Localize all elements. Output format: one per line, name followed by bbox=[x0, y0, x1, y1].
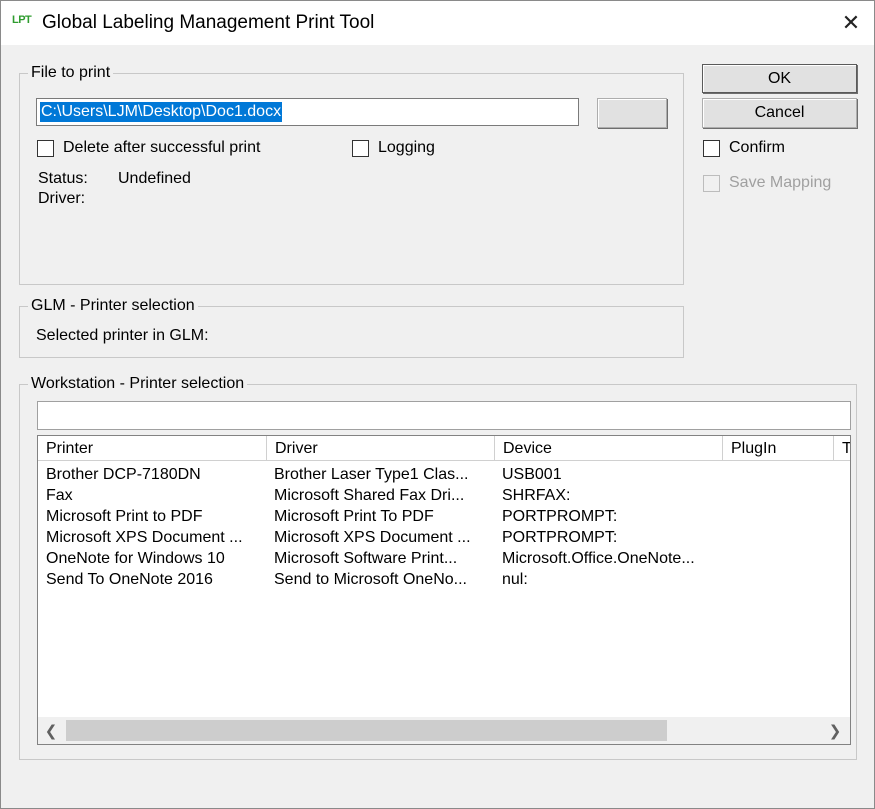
device-cell: USB001 bbox=[502, 466, 562, 483]
driver-cell: Microsoft Print To PDF bbox=[274, 508, 434, 525]
printer-cell: Microsoft Print to PDF bbox=[46, 508, 203, 525]
file-path-field[interactable]: C:\Users\LJM\Desktop\Doc1.docx bbox=[36, 98, 579, 126]
chevron-right-icon: ❯ bbox=[828, 722, 842, 740]
browse-button[interactable] bbox=[597, 98, 667, 128]
chevron-left-icon: ❮ bbox=[44, 722, 58, 740]
column-header-plugin[interactable]: PlugIn bbox=[723, 436, 834, 461]
printer-list-header: Printer Driver Device PlugIn T bbox=[38, 436, 850, 461]
table-row[interactable]: OneNote for Windows 10 Microsoft Softwar… bbox=[38, 548, 850, 569]
device-cell: SHRFAX: bbox=[502, 487, 571, 504]
confirm-checkbox[interactable]: Confirm bbox=[703, 139, 785, 157]
file-to-print-legend: File to print bbox=[28, 63, 114, 83]
selected-printer-label: Selected printer in GLM: bbox=[36, 327, 209, 344]
cancel-button-label: Cancel bbox=[754, 104, 805, 121]
column-header-t[interactable]: T bbox=[834, 436, 850, 461]
confirm-box[interactable] bbox=[703, 139, 720, 157]
ok-button[interactable]: OK bbox=[702, 64, 857, 93]
table-row[interactable]: Fax Microsoft Shared Fax Dri... SHRFAX: bbox=[38, 485, 850, 506]
delete-after-print-checkbox[interactable]: Delete after successful print bbox=[37, 139, 260, 157]
status-value: Undefined bbox=[118, 170, 191, 187]
glm-printer-selection-legend: GLM - Printer selection bbox=[28, 296, 198, 316]
printer-filter-input[interactable] bbox=[37, 401, 851, 430]
cancel-button[interactable]: Cancel bbox=[702, 98, 857, 128]
title-bar: LPT Global Labeling Management Print Too… bbox=[1, 1, 874, 45]
file-path-text: C:\Users\LJM\Desktop\Doc1.docx bbox=[40, 102, 283, 122]
close-button[interactable]: ✕ bbox=[828, 1, 874, 45]
app-logo-icon: LPT bbox=[12, 14, 32, 26]
column-header-printer[interactable]: Printer bbox=[38, 436, 267, 461]
table-row[interactable]: Brother DCP-7180DN Brother Laser Type1 C… bbox=[38, 464, 850, 485]
printer-cell: Microsoft XPS Document ... bbox=[46, 529, 243, 546]
delete-after-print-box[interactable] bbox=[37, 139, 54, 157]
table-row[interactable]: Microsoft XPS Document ... Microsoft XPS… bbox=[38, 527, 850, 548]
scrollbar-thumb[interactable] bbox=[66, 720, 667, 741]
status-label: Status: bbox=[38, 170, 88, 187]
driver-cell: Send to Microsoft OneNo... bbox=[274, 571, 467, 588]
logging-box[interactable] bbox=[352, 139, 369, 157]
logging-label: Logging bbox=[378, 139, 435, 156]
printer-cell: Brother DCP-7180DN bbox=[46, 466, 201, 483]
table-row[interactable]: Send To OneNote 2016 Send to Microsoft O… bbox=[38, 569, 850, 590]
device-cell: PORTPROMPT: bbox=[502, 508, 618, 525]
driver-cell: Brother Laser Type1 Clas... bbox=[274, 466, 469, 483]
window-title: Global Labeling Management Print Tool bbox=[42, 12, 375, 33]
driver-cell: Microsoft Software Print... bbox=[274, 550, 458, 567]
printer-list[interactable]: Printer Driver Device PlugIn T Brother D… bbox=[37, 435, 851, 745]
column-header-device[interactable]: Device bbox=[495, 436, 723, 461]
horizontal-scrollbar[interactable]: ❮ ❯ bbox=[38, 717, 850, 744]
printer-cell: OneNote for Windows 10 bbox=[46, 550, 225, 567]
scroll-right-button[interactable]: ❯ bbox=[824, 718, 846, 743]
confirm-label: Confirm bbox=[729, 139, 786, 156]
device-cell: PORTPROMPT: bbox=[502, 529, 618, 546]
ok-button-label: OK bbox=[767, 69, 792, 87]
workstation-printer-selection-legend: Workstation - Printer selection bbox=[28, 374, 248, 394]
scroll-left-button[interactable]: ❮ bbox=[40, 718, 62, 743]
save-mapping-checkbox: Save Mapping bbox=[703, 174, 831, 192]
print-tool-window: LPT Global Labeling Management Print Too… bbox=[0, 0, 875, 809]
save-mapping-box bbox=[703, 174, 720, 192]
save-mapping-label: Save Mapping bbox=[729, 174, 832, 191]
device-cell: Microsoft.Office.OneNote... bbox=[502, 550, 695, 567]
driver-cell: Microsoft Shared Fax Dri... bbox=[274, 487, 465, 504]
driver-label: Driver: bbox=[38, 190, 86, 207]
device-cell: nul: bbox=[502, 571, 528, 588]
table-row[interactable]: Microsoft Print to PDF Microsoft Print T… bbox=[38, 506, 850, 527]
delete-after-print-label: Delete after successful print bbox=[63, 139, 261, 156]
printer-cell: Fax bbox=[46, 487, 73, 504]
close-icon: ✕ bbox=[841, 10, 861, 35]
logging-checkbox[interactable]: Logging bbox=[352, 139, 435, 157]
driver-cell: Microsoft XPS Document ... bbox=[274, 529, 471, 546]
printer-cell: Send To OneNote 2016 bbox=[46, 571, 213, 588]
column-header-driver[interactable]: Driver bbox=[267, 436, 495, 461]
